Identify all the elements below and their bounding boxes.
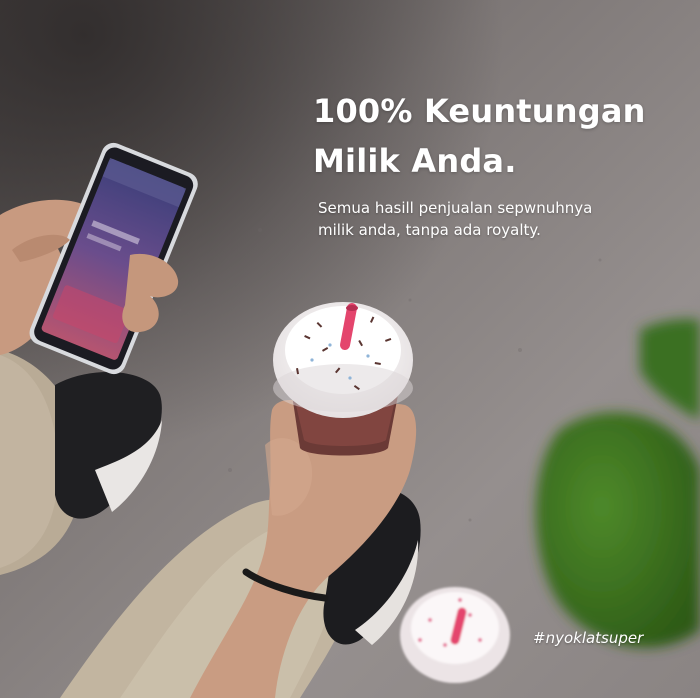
subtext-line-2: milik anda, tanpa ada royalty.: [318, 221, 541, 239]
headline-line-2: Milik Anda.: [313, 142, 517, 180]
hashtag: #nyoklatsuper: [533, 629, 644, 647]
promo-image: 100% Keuntungan Milik Anda. Semua hasill…: [0, 0, 700, 698]
headline: 100% Keuntungan Milik Anda.: [313, 86, 683, 186]
subtext: Semua hasill penjualan sepwnuhnya milik …: [318, 197, 678, 241]
subtext-line-1: Semua hasill penjualan sepwnuhnya: [318, 199, 593, 217]
headline-line-1: 100% Keuntungan: [313, 92, 646, 130]
